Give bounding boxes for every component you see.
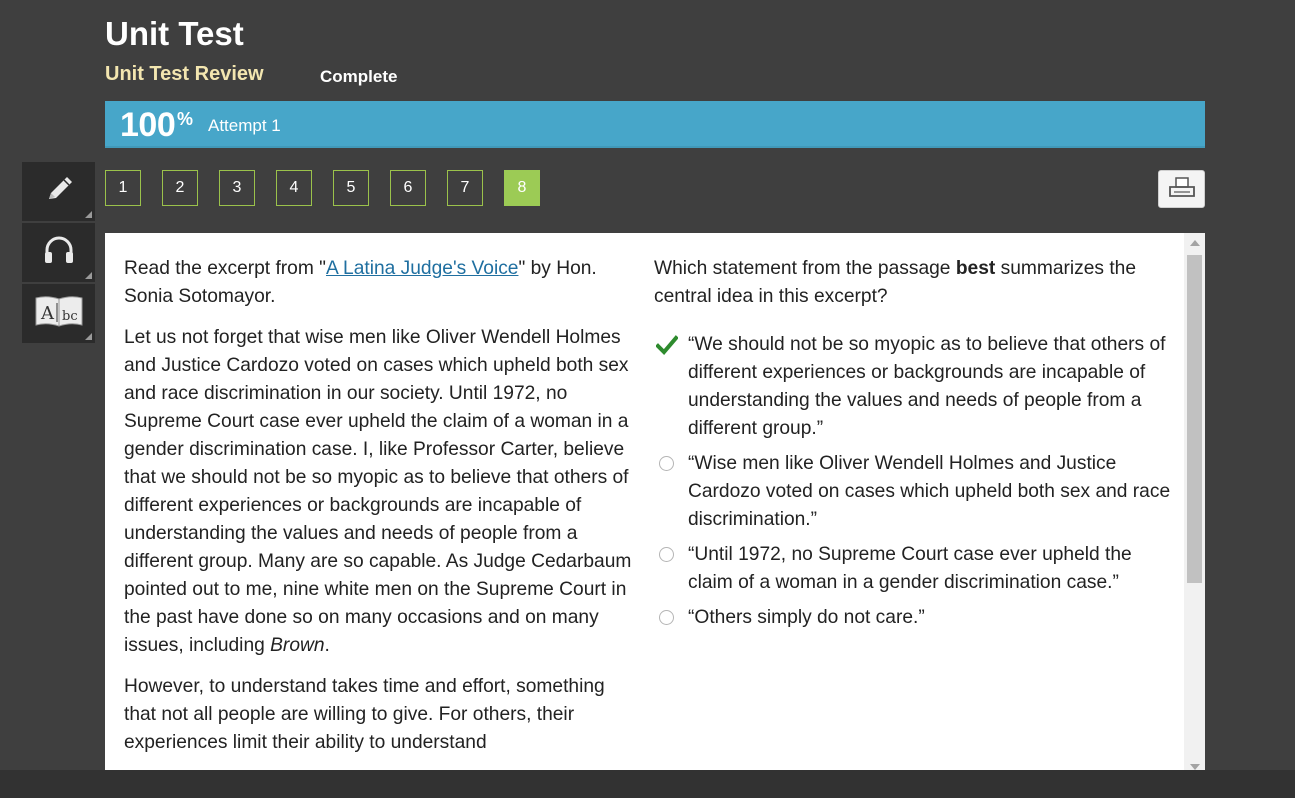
answer-choice-1[interactable]: “We should not be so myopic as to believ… <box>654 331 1174 443</box>
case-name: Brown <box>270 635 325 656</box>
printer-icon <box>1168 176 1196 203</box>
question-button-5[interactable]: 5 <box>333 170 369 206</box>
radio-button[interactable] <box>659 456 674 471</box>
answer-choice-4[interactable]: “Others simply do not care.” <box>654 604 1174 632</box>
score-bar: 100 % Attempt 1 <box>105 101 1205 148</box>
question-content-panel: Read the excerpt from "A Latina Judge's … <box>105 233 1205 770</box>
expand-corner-icon <box>85 333 92 340</box>
question-button-7[interactable]: 7 <box>447 170 483 206</box>
headphones-icon <box>39 230 79 275</box>
question-prompt: Which statement from the passage best su… <box>654 255 1174 311</box>
content-scrollbar[interactable] <box>1184 233 1205 770</box>
dictionary-icon: A bc <box>33 291 85 336</box>
expand-corner-icon <box>85 211 92 218</box>
pencil-tool-button[interactable] <box>22 162 95 223</box>
checkmark-icon <box>655 335 679 364</box>
radio-button[interactable] <box>659 547 674 562</box>
passage-intro: Read the excerpt from "A Latina Judge's … <box>124 255 636 311</box>
answer-text: “Wise men like Oliver Wendell Holmes and… <box>688 453 1171 530</box>
question-emphasis: best <box>955 258 996 279</box>
score-unit: % <box>177 109 194 129</box>
paragraph-text: Let us not forget that wise men like Oli… <box>124 327 632 656</box>
question-button-2[interactable]: 2 <box>162 170 198 206</box>
footer-bar <box>0 770 1295 798</box>
paragraph-end: . <box>324 635 330 656</box>
answer-choice-2[interactable]: “Wise men like Oliver Wendell Holmes and… <box>654 450 1174 534</box>
tool-palette: A bc <box>22 162 95 345</box>
radio-button[interactable] <box>659 610 674 625</box>
pencil-icon <box>39 169 79 214</box>
answer-choice-3[interactable]: “Until 1972, no Supreme Court case ever … <box>654 541 1174 597</box>
question-button-6[interactable]: 6 <box>390 170 426 206</box>
question-button-1[interactable]: 1 <box>105 170 141 206</box>
passage-paragraph-1: Let us not forget that wise men like Oli… <box>124 324 636 660</box>
reading-passage: Read the excerpt from "A Latina Judge's … <box>124 255 636 770</box>
expand-corner-icon <box>85 272 92 279</box>
scroll-thumb[interactable] <box>1187 255 1202 583</box>
page-title: Unit Test <box>105 15 244 52</box>
print-button[interactable] <box>1158 170 1205 208</box>
answer-choices: “We should not be so myopic as to believ… <box>654 331 1174 639</box>
answer-text: “We should not be so myopic as to believ… <box>688 334 1166 439</box>
question-navigation: 1 2 3 4 5 6 7 8 <box>105 170 561 206</box>
svg-text:A: A <box>40 303 55 324</box>
attempt-label: Attempt 1 <box>208 116 281 135</box>
dictionary-tool-button[interactable]: A bc <box>22 284 95 345</box>
section-title: Unit Test Review <box>105 63 264 85</box>
intro-prefix: Read the excerpt from " <box>124 258 326 279</box>
status-label: Complete <box>320 67 398 86</box>
score-value: 100 <box>120 106 176 144</box>
passage-source-link[interactable]: A Latina Judge's Voice <box>326 258 518 279</box>
scroll-up-arrow-icon[interactable] <box>1190 240 1200 246</box>
answer-text: “Others simply do not care.” <box>688 607 925 628</box>
question-button-3[interactable]: 3 <box>219 170 255 206</box>
question-button-4[interactable]: 4 <box>276 170 312 206</box>
question-prefix: Which statement from the passage <box>654 258 956 279</box>
audio-tool-button[interactable] <box>22 223 95 284</box>
passage-paragraph-2: However, to understand takes time and ef… <box>124 676 605 753</box>
question-button-8[interactable]: 8 <box>504 170 540 206</box>
svg-text:bc: bc <box>62 309 78 324</box>
answer-text: “Until 1972, no Supreme Court case ever … <box>688 544 1132 593</box>
